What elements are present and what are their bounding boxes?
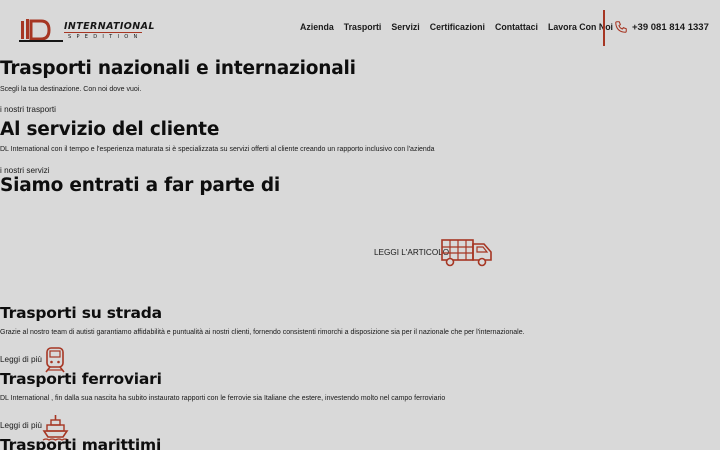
service-title: Al servizio del cliente — [0, 119, 220, 140]
rail-more-link[interactable]: Leggi di più — [0, 421, 42, 430]
service-link[interactable]: i nostri servizi — [0, 166, 50, 175]
road-text: Grazie al nostro team di autisti garanti… — [0, 329, 525, 336]
read-article-link[interactable]: LEGGI L'ARTICOLO — [374, 248, 449, 257]
sea-title: Trasporti marittimi — [0, 436, 162, 450]
phone-icon — [615, 21, 627, 33]
hero-link[interactable]: i nostri trasporti — [0, 105, 56, 114]
nav-item-servizi[interactable]: Servizi — [391, 22, 419, 32]
phone-link[interactable]: +39 081 814 1337 — [614, 20, 709, 34]
truck-icon — [441, 239, 492, 267]
nav-item-contattaci[interactable]: Contattaci — [495, 22, 538, 32]
rail-text: DL International , fin dalla sua nascita… — [0, 395, 446, 402]
phone-number: +39 081 814 1337 — [632, 21, 709, 33]
logo-underline — [64, 32, 142, 33]
site-header: INTERNATIONAL SPEDITION Azienda Trasport… — [0, 0, 720, 58]
rail-title: Trasporti ferroviari — [0, 370, 162, 388]
logo-name: INTERNATIONAL — [64, 21, 155, 32]
hero-subtitle: Scegli la tua destinazione. Con noi dove… — [0, 86, 142, 93]
logo-subtitle: SPEDITION — [68, 34, 143, 40]
main-nav: Azienda Trasporti Servizi Certificazioni… — [300, 22, 623, 32]
service-text: DL International con il tempo e l'esperi… — [0, 146, 435, 153]
header-divider — [603, 10, 605, 46]
site-logo[interactable]: INTERNATIONAL SPEDITION — [19, 17, 154, 45]
nav-item-certificazioni[interactable]: Certificazioni — [430, 22, 485, 32]
nav-item-azienda[interactable]: Azienda — [300, 22, 334, 32]
partner-title: Siamo entrati a far parte di — [0, 175, 281, 196]
road-more-link[interactable]: Leggi di più — [0, 355, 42, 364]
road-title: Trasporti su strada — [0, 304, 162, 322]
hero-title: Trasporti nazionali e internazionali — [0, 58, 356, 79]
logo-mark-icon — [19, 19, 63, 42]
nav-item-trasporti[interactable]: Trasporti — [344, 22, 382, 32]
